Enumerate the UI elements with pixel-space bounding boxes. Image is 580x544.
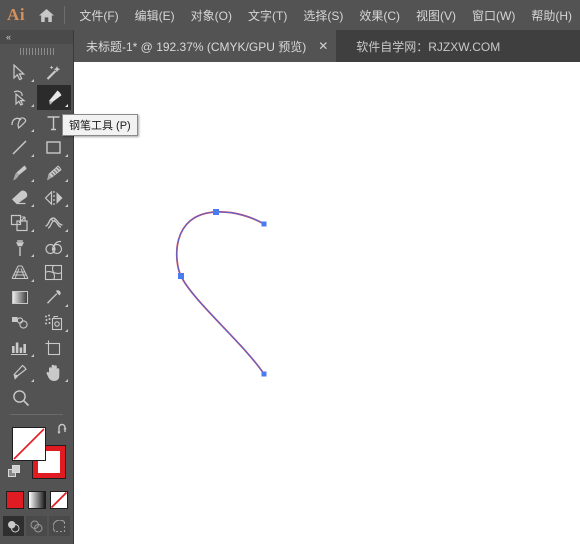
menu-item-list: 文件(F) 编辑(E) 对象(O) 文字(T) 选择(S) 效果(C) 视图(V… <box>71 3 580 28</box>
gradient-mode-button[interactable] <box>27 491 46 509</box>
draw-behind-button[interactable] <box>26 516 47 536</box>
bezier-handle-segment <box>215 211 265 225</box>
flyout-indicator <box>64 154 68 157</box>
tool-selection[interactable] <box>3 60 37 85</box>
close-icon[interactable]: ✕ <box>316 39 330 53</box>
artwork-svg <box>175 209 267 377</box>
flyout-indicator <box>30 229 34 232</box>
illustrator-window: Ai 文件(F) 编辑(E) 对象(O) 文字(T) 选择(S) 效果(C) 视… <box>0 0 580 544</box>
tool-curvature[interactable] <box>3 110 37 135</box>
menu-item-select[interactable]: 选择(S) <box>295 3 351 28</box>
collapse-panel-button[interactable]: « <box>0 30 73 44</box>
tool-gradient[interactable] <box>3 285 37 310</box>
tool-direct-selection[interactable] <box>3 85 37 110</box>
draw-inside-button[interactable] <box>49 516 70 536</box>
menu-item-window[interactable]: 窗口(W) <box>464 3 523 28</box>
anchor-point-bottom[interactable] <box>261 371 267 377</box>
tool-eraser[interactable] <box>3 185 37 210</box>
tool-column-graph[interactable] <box>3 335 37 360</box>
tool-perspective-grid[interactable] <box>3 260 37 285</box>
flyout-indicator <box>30 104 34 107</box>
flyout-indicator <box>30 129 34 132</box>
menu-item-help[interactable]: 帮助(H) <box>523 3 580 28</box>
tool-width[interactable] <box>37 210 71 235</box>
fill-swatch[interactable] <box>12 427 46 461</box>
color-mode-button[interactable] <box>5 491 24 509</box>
flyout-indicator <box>64 379 68 382</box>
tool-line-segment[interactable] <box>3 135 37 160</box>
flyout-indicator <box>30 379 34 382</box>
document-tab-bar: 未标题-1* @ 192.37% (CMYK/GPU 预览) ✕ 软件自学网：R… <box>0 30 580 62</box>
swap-fill-stroke-icon[interactable] <box>56 423 70 437</box>
tool-mesh[interactable] <box>37 260 71 285</box>
document-tab-title: 未标题-1* @ 192.37% (CMYK/GPU 预览) <box>86 39 307 54</box>
flyout-indicator <box>30 254 34 257</box>
menu-item-edit[interactable]: 编辑(E) <box>127 3 183 28</box>
bezier-path-selection <box>176 211 265 375</box>
anchor-point-right[interactable] <box>261 221 267 227</box>
flyout-indicator <box>30 204 34 207</box>
anchor-point-top[interactable] <box>213 209 219 215</box>
none-mode-button[interactable] <box>49 491 68 509</box>
menu-bar: Ai 文件(F) 编辑(E) 对象(O) 文字(T) 选择(S) 效果(C) 视… <box>0 0 580 30</box>
tools-panel: « <box>0 30 74 544</box>
fill-stroke-controls <box>0 419 74 489</box>
tool-slice[interactable] <box>3 360 37 385</box>
menu-item-effect[interactable]: 效果(C) <box>351 3 408 28</box>
grip-lines-icon <box>19 47 54 55</box>
app-logo: Ai <box>7 5 26 24</box>
flyout-indicator <box>64 229 68 232</box>
draw-normal-button[interactable] <box>3 516 24 536</box>
color-mode-buttons <box>0 491 73 509</box>
flyout-indicator <box>64 304 68 307</box>
flyout-indicator <box>30 79 34 82</box>
flyout-indicator <box>30 354 34 357</box>
home-icon[interactable] <box>32 0 60 30</box>
tool-symbol-sprayer[interactable] <box>37 310 71 335</box>
tool-reflect[interactable] <box>37 185 71 210</box>
flyout-indicator <box>30 179 34 182</box>
tool-shape-builder[interactable] <box>37 235 71 260</box>
menu-item-object[interactable]: 对象(O) <box>183 3 240 28</box>
menu-item-view[interactable]: 视图(V) <box>408 3 464 28</box>
flyout-indicator <box>64 104 68 107</box>
anchor-point-left[interactable] <box>178 273 184 279</box>
tool-pen[interactable] <box>36 85 71 110</box>
watermark-text: 软件自学网：RJZXW.COM <box>356 39 501 54</box>
panel-drag-handle[interactable] <box>0 44 73 58</box>
tool-grid <box>0 58 73 410</box>
tool-eyedropper[interactable] <box>37 285 71 310</box>
tool-free-transform[interactable] <box>3 235 37 260</box>
canvas[interactable] <box>74 62 580 544</box>
tool-scale[interactable] <box>3 210 37 235</box>
bezier-path[interactable] <box>175 211 265 375</box>
tool-paintbrush[interactable] <box>3 160 37 185</box>
menu-item-type[interactable]: 文字(T) <box>240 3 295 28</box>
flyout-indicator <box>64 179 68 182</box>
tool-zoom[interactable] <box>3 385 37 410</box>
tool-blend[interactable] <box>3 310 37 335</box>
document-tab[interactable]: 未标题-1* @ 192.37% (CMYK/GPU 预览) ✕ <box>74 30 337 62</box>
drawing-mode-buttons <box>0 516 73 536</box>
flyout-indicator <box>64 204 68 207</box>
flyout-indicator <box>64 254 68 257</box>
no-fill-slash-icon <box>13 428 45 460</box>
toolbar-divider <box>10 414 63 415</box>
tool-blob-brush[interactable] <box>37 160 71 185</box>
tool-artboard[interactable] <box>37 335 71 360</box>
menu-separator <box>64 6 66 24</box>
flyout-indicator <box>30 154 34 157</box>
flyout-indicator <box>30 279 34 282</box>
tool-magic-wand[interactable] <box>37 60 71 85</box>
default-fill-stroke-icon[interactable] <box>8 465 21 478</box>
tool-hand[interactable] <box>37 360 71 385</box>
flyout-indicator <box>64 329 68 332</box>
tool-rectangle[interactable] <box>37 135 71 160</box>
tool-tooltip: 钢笔工具 (P) <box>62 114 138 136</box>
menu-item-file[interactable]: 文件(F) <box>71 3 126 28</box>
